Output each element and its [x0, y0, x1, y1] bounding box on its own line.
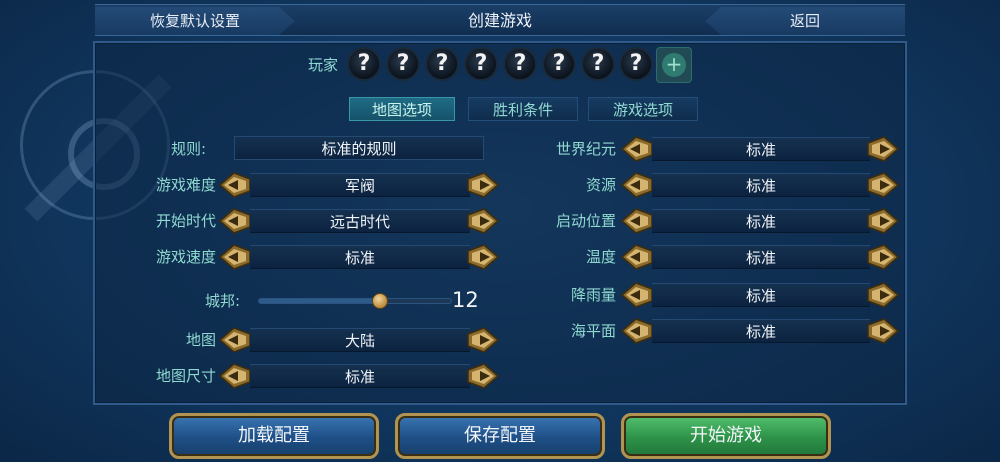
difficulty-next-arrow-icon[interactable]: [466, 171, 500, 199]
player-slot[interactable]: ?: [464, 47, 498, 81]
player-slot[interactable]: ?: [386, 47, 420, 81]
tab-victory-conditions[interactable]: 胜利条件: [468, 97, 578, 121]
rainfall-value: 标准: [652, 283, 870, 307]
resources-value: 标准: [652, 173, 870, 197]
player-slot[interactable]: ?: [503, 47, 537, 81]
add-player-button[interactable]: +: [656, 47, 692, 83]
plus-icon: +: [662, 53, 686, 77]
player-slot[interactable]: ?: [542, 47, 576, 81]
start-era-prev-arrow-icon[interactable]: [218, 207, 252, 235]
start-position-next-arrow-icon[interactable]: [866, 207, 900, 235]
page-title: 创建游戏: [467, 11, 532, 30]
sea-level-prev-arrow-icon[interactable]: [620, 317, 654, 345]
header-bar: 恢复默认设置 创建游戏 返回: [95, 4, 905, 36]
map-label: 地图: [185, 331, 216, 349]
temperature-label: 温度: [585, 248, 616, 266]
speed-label: 游戏速度: [155, 248, 216, 266]
player-slot[interactable]: ?: [425, 47, 459, 81]
temperature-value: 标准: [652, 245, 870, 269]
sea-level-value: 标准: [652, 319, 870, 343]
sea-level-next-arrow-icon[interactable]: [866, 317, 900, 345]
world-age-next-arrow-icon[interactable]: [866, 135, 900, 163]
start-position-value: 标准: [652, 209, 870, 233]
map-size-value: 标准: [250, 364, 470, 388]
map-size-next-arrow-icon[interactable]: [466, 362, 500, 390]
resources-label: 资源: [585, 176, 616, 194]
slider-fill: [259, 299, 380, 303]
start-era-value: 远古时代: [250, 209, 470, 233]
tab-map-options[interactable]: 地图选项: [349, 97, 455, 121]
map-value: 大陆: [250, 328, 470, 352]
player-slot[interactable]: ?: [581, 47, 615, 81]
difficulty-prev-arrow-icon[interactable]: [218, 171, 252, 199]
map-prev-arrow-icon[interactable]: [218, 326, 252, 354]
tab-game-options[interactable]: 游戏选项: [588, 97, 698, 121]
difficulty-value: 军阀: [250, 173, 470, 197]
speed-value: 标准: [250, 245, 470, 269]
resources-prev-arrow-icon[interactable]: [620, 171, 654, 199]
start-era-label: 开始时代: [155, 212, 216, 230]
map-size-prev-arrow-icon[interactable]: [218, 362, 252, 390]
map-next-arrow-icon[interactable]: [466, 326, 500, 354]
temperature-prev-arrow-icon[interactable]: [620, 243, 654, 271]
reset-defaults-button[interactable]: 恢复默认设置: [95, 7, 295, 35]
world-age-value: 标准: [652, 137, 870, 161]
world-age-label: 世界纪元: [555, 140, 616, 158]
city-states-label: 城邦:: [204, 292, 240, 310]
rainfall-next-arrow-icon[interactable]: [866, 281, 900, 309]
rules-label: 规则:: [170, 140, 206, 158]
save-config-button[interactable]: 保存配置: [395, 413, 605, 459]
city-states-slider[interactable]: [258, 293, 452, 309]
difficulty-label: 游戏难度: [155, 176, 216, 194]
world-age-prev-arrow-icon[interactable]: [620, 135, 654, 163]
map-size-label: 地图尺寸: [155, 367, 216, 385]
speed-prev-arrow-icon[interactable]: [218, 243, 252, 271]
rules-dropdown[interactable]: 标准的规则: [234, 136, 484, 160]
back-button[interactable]: 返回: [705, 7, 905, 35]
resources-next-arrow-icon[interactable]: [866, 171, 900, 199]
start-position-label: 启动位置: [555, 212, 616, 230]
load-config-button[interactable]: 加载配置: [169, 413, 379, 459]
start-position-prev-arrow-icon[interactable]: [620, 207, 654, 235]
speed-next-arrow-icon[interactable]: [466, 243, 500, 271]
start-era-next-arrow-icon[interactable]: [466, 207, 500, 235]
rainfall-label: 降雨量: [570, 286, 616, 304]
sea-level-label: 海平面: [570, 322, 616, 340]
player-slot[interactable]: ?: [347, 47, 381, 81]
slider-knob[interactable]: [371, 293, 388, 309]
players-label: 玩家: [308, 56, 339, 74]
start-game-button[interactable]: 开始游戏: [621, 413, 831, 459]
rainfall-prev-arrow-icon[interactable]: [620, 281, 654, 309]
player-slot[interactable]: ?: [619, 47, 653, 81]
temperature-next-arrow-icon[interactable]: [866, 243, 900, 271]
city-states-value: 12: [452, 288, 479, 312]
